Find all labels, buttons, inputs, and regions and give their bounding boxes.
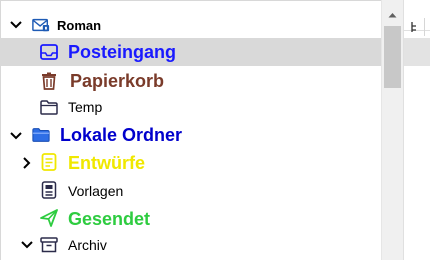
tree-item-trash[interactable]: Papierkorb xyxy=(0,68,381,94)
drafts-icon xyxy=(40,153,58,171)
tree-item-sent[interactable]: Gesendet xyxy=(0,206,381,232)
chevron-right-icon[interactable] xyxy=(20,156,34,170)
folder-icon xyxy=(40,99,58,115)
mail-account-icon xyxy=(32,17,50,33)
column-header[interactable] xyxy=(404,8,430,36)
tree-item-templates[interactable]: Vorlagen xyxy=(0,180,381,202)
templates-icon xyxy=(40,181,58,199)
tree-item-local-folders[interactable]: Lokale Ordner xyxy=(0,122,381,148)
archive-icon xyxy=(40,237,58,253)
send-icon xyxy=(40,209,58,227)
tree-item-inbox[interactable]: Posteingang xyxy=(0,38,381,66)
tree-item-label: Entwürfe xyxy=(68,153,146,173)
message-row[interactable] xyxy=(404,38,430,66)
chevron-down-icon[interactable] xyxy=(9,18,23,32)
tree-item-account-roman[interactable]: Roman xyxy=(0,14,381,36)
tree-item-label: Posteingang xyxy=(68,42,177,62)
tree-item-drafts[interactable]: Entwürfe xyxy=(0,150,381,176)
vertical-scrollbar[interactable] xyxy=(381,0,403,260)
thread-column-icon[interactable] xyxy=(410,20,418,38)
tree-item-label: Lokale Ordner xyxy=(60,125,183,145)
scrollbar-thumb[interactable] xyxy=(384,26,401,88)
tree-item-label: Papierkorb xyxy=(70,71,165,91)
tree-item-label: Vorlagen xyxy=(68,183,124,199)
chevron-down-icon[interactable] xyxy=(20,238,34,252)
tree-item-label: Roman xyxy=(57,18,102,33)
tree-item-label: Temp xyxy=(68,99,103,115)
tree-item-temp[interactable]: Temp xyxy=(0,96,381,118)
inbox-icon xyxy=(40,44,58,60)
tree-item-label: Archiv xyxy=(68,237,107,253)
tree-item-archive[interactable]: Archiv xyxy=(0,234,381,256)
folder-icon xyxy=(32,127,50,143)
folder-tree: Roman Posteingang Papierkorb Temp Lokale… xyxy=(0,0,381,260)
column-separator xyxy=(424,18,425,36)
trash-icon xyxy=(40,72,58,90)
chevron-down-icon[interactable] xyxy=(9,129,23,143)
tree-item-label: Gesendet xyxy=(68,209,151,229)
message-list-pane xyxy=(403,0,430,260)
scroll-up-arrow-icon[interactable] xyxy=(382,8,403,22)
